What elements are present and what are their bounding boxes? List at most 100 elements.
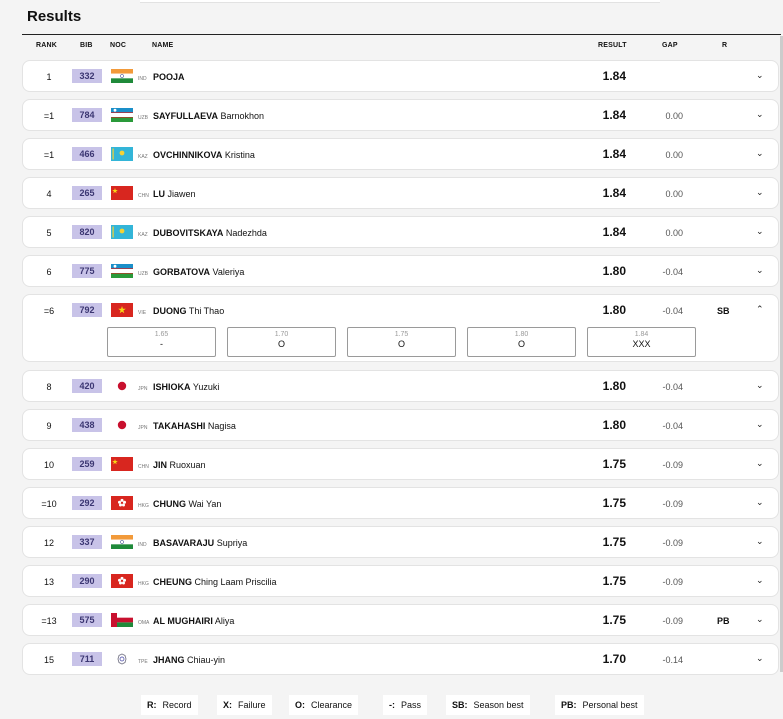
header-bib: BIB: [80, 42, 93, 49]
athlete-given-name: Nagisa: [207, 421, 236, 431]
chevron-down-icon[interactable]: ⌄: [756, 379, 764, 391]
gap-value: -0.09: [662, 499, 683, 509]
header-rank: RANK: [36, 42, 58, 49]
top-tab-bar: [140, 0, 660, 3]
table-row[interactable]: 4 265 CHN LU Jiawen 1.84 0.00 ⌄: [22, 177, 779, 209]
table-row[interactable]: 10 259 CHN JIN Ruoxuan 1.75 -0.09 ⌄: [22, 448, 779, 480]
record-badge: PB: [717, 616, 730, 626]
athlete-given-name: Chiau-yin: [187, 655, 226, 665]
legend-item: PB: Personal best: [555, 695, 644, 715]
noc-code: IND: [138, 76, 147, 82]
gap-value: 0.00: [665, 150, 683, 160]
athlete-surname: ISHIOKA: [153, 382, 191, 392]
bib-badge: 259: [72, 457, 102, 471]
legend-key: PB:: [561, 700, 577, 710]
chevron-down-icon[interactable]: ⌄: [756, 264, 764, 276]
athlete-name: BASAVARAJU Supriya: [153, 537, 247, 549]
athlete-surname: JHANG: [153, 655, 185, 665]
rank-value: 6: [46, 267, 52, 277]
attempt-mark: O: [277, 339, 285, 349]
athlete-surname: JIN: [153, 460, 168, 470]
athlete-surname: LU: [153, 189, 165, 199]
legend-label: Record: [162, 700, 192, 710]
noc-code: KAZ: [138, 232, 148, 238]
athlete-name: GORBATOVA Valeriya: [153, 266, 244, 278]
table-row[interactable]: 15 711 TPE JHANG Chiau-yin 1.70 -0.14 ⌄: [22, 643, 779, 675]
rank-value: 12: [43, 538, 54, 548]
chevron-down-icon[interactable]: ⌄: [756, 574, 764, 586]
athlete-name: SAYFULLAEVA Barnokhon: [153, 110, 264, 122]
tpe-flag-icon: [111, 652, 133, 666]
chevron-down-icon[interactable]: ⌄: [756, 613, 764, 625]
result-value: 1.75: [602, 574, 626, 588]
india-flag-icon: [111, 535, 133, 549]
gap-value: 0.00: [665, 228, 683, 238]
table-row[interactable]: =1 466 KAZ OVCHINNIKOVA Kristina 1.84 0.00 ⌄: [22, 138, 779, 170]
result-value: 1.80: [602, 418, 626, 432]
hongkong-flag-icon: [111, 574, 133, 588]
chevron-down-icon[interactable]: ⌄: [756, 652, 764, 664]
table-row[interactable]: 5 820 KAZ DUBOVITSKAYA Nadezhda 1.84 0.00 ⌄: [22, 216, 779, 248]
gap-value: 0.00: [665, 189, 683, 199]
bib-badge: 784: [72, 108, 102, 122]
chevron-down-icon[interactable]: ⌄: [756, 457, 764, 469]
rank-value: 1: [46, 72, 52, 82]
result-value: 1.70: [602, 652, 626, 666]
table-row[interactable]: =10 292 HKG CHUNG Wai Yan 1.75 -0.09 ⌄: [22, 487, 779, 519]
gap-value: -0.09: [662, 460, 683, 470]
chevron-down-icon[interactable]: ⌄: [756, 147, 764, 159]
legend-item: O: Clearance: [289, 695, 359, 715]
athlete-given-name: Kristina: [224, 150, 255, 160]
noc-code: VIE: [138, 310, 147, 316]
bib-badge: 337: [72, 535, 102, 549]
athlete-given-name: Ruoxuan: [169, 460, 206, 470]
results-list: 1 332 IND POOJA 1.84 ⌄ =1 784 UZB SAYFULLAEVA Ba…: [22, 60, 779, 682]
noc-code: HKG: [138, 503, 149, 509]
athlete-given-name: Jiawen: [167, 189, 196, 199]
gap-value: -0.04: [662, 421, 683, 431]
table-row[interactable]: 8 420 JPN ISHIOKA Yuzuki 1.80 -0.04 ⌄: [22, 370, 779, 402]
table-row[interactable]: 13 290 HKG CHEUNG Ching Laam Priscilia 1.75 -…: [22, 565, 779, 597]
rank-value: 4: [46, 189, 52, 199]
table-row[interactable]: 1 332 IND POOJA 1.84 ⌄: [22, 60, 779, 92]
chevron-down-icon[interactable]: ⌄: [756, 69, 764, 81]
chevron-down-icon[interactable]: ⌄: [756, 225, 764, 237]
oman-flag-icon: [111, 613, 133, 627]
rank-value: 15: [43, 655, 54, 665]
athlete-surname: DUONG: [153, 306, 187, 316]
chevron-down-icon[interactable]: ⌄: [756, 418, 764, 430]
table-row[interactable]: 12 337 IND BASAVARAJU Supriya 1.75 -0.09 ⌄: [22, 526, 779, 558]
gap-value: -0.09: [662, 616, 683, 626]
athlete-given-name: Valeriya: [212, 267, 245, 277]
noc-code: TPE: [138, 659, 148, 665]
result-value: 1.75: [602, 535, 626, 549]
chevron-down-icon[interactable]: ⌄: [756, 108, 764, 120]
athlete-surname: TAKAHASHI: [153, 421, 206, 431]
bib-badge: 466: [72, 147, 102, 161]
legend: R: Record X: Failure O: Clearance -: Pass SB: Sea…: [141, 695, 681, 715]
chevron-up-icon[interactable]: ⌃: [756, 303, 764, 315]
table-row[interactable]: =1 784 UZB SAYFULLAEVA Barnokhon 1.84 0.00 ⌄: [22, 99, 779, 131]
table-row[interactable]: =6 792 VIE DUONG Thi Thao 1.80 -0.04 SB ⌃ 1.65-1…: [22, 294, 779, 362]
chevron-down-icon[interactable]: ⌄: [756, 535, 764, 547]
chevron-down-icon[interactable]: ⌄: [756, 186, 764, 198]
noc-code: HKG: [138, 581, 149, 587]
athlete-surname: GORBATOVA: [153, 267, 211, 277]
result-value: 1.84: [602, 147, 626, 161]
athlete-given-name: Nadezhda: [225, 228, 267, 238]
chevron-down-icon[interactable]: ⌄: [756, 496, 764, 508]
rank-value: 5: [46, 228, 52, 238]
result-value: 1.84: [602, 108, 626, 122]
table-row[interactable]: =13 575 OMA AL MUGHAIRI Aliya 1.75 -0.09 PB ⌄: [22, 604, 779, 636]
athlete-surname: BASAVARAJU: [153, 538, 215, 548]
rank-value: =1: [43, 111, 55, 121]
table-row[interactable]: 9 438 JPN TAKAHASHI Nagisa 1.80 -0.04 ⌄: [22, 409, 779, 441]
bib-badge: 265: [72, 186, 102, 200]
india-flag-icon: [111, 69, 133, 83]
uzbekistan-flag-icon: [111, 108, 133, 122]
attempt-mark: -: [160, 339, 163, 349]
attempt-box: 1.65-: [107, 327, 216, 357]
noc-code: KAZ: [138, 154, 148, 160]
result-value: 1.80: [602, 379, 626, 393]
table-row[interactable]: 6 775 UZB GORBATOVA Valeriya 1.80 -0.04 ⌄: [22, 255, 779, 287]
